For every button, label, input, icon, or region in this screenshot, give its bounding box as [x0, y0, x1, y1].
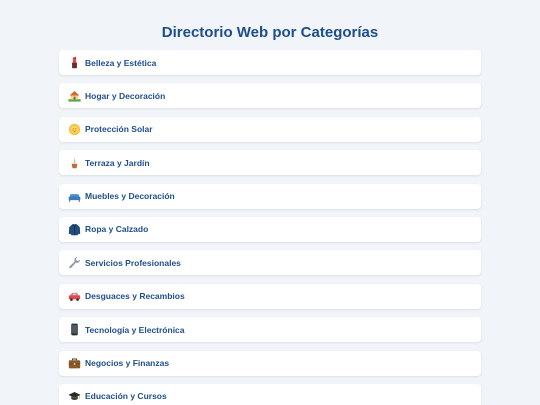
wrench-icon [67, 256, 81, 270]
lipstick-icon [67, 56, 81, 70]
category-list: Belleza y Estética Hogar y Decoración Pr… [59, 50, 481, 405]
category-item-belleza[interactable]: Belleza y Estética [59, 50, 481, 75]
category-item-terraza[interactable]: Terraza y Jardín [59, 150, 481, 176]
category-label: Terraza y Jardín [85, 157, 150, 168]
category-label: Tecnología y Electrónica [85, 324, 185, 335]
category-label: Muebles y Decoración [85, 191, 175, 202]
category-item-educacion[interactable]: Educación y Cursos [59, 383, 481, 405]
category-label: Educación y Cursos [85, 391, 167, 402]
sun-face-icon [67, 122, 81, 136]
category-label: Servicios Profesionales [85, 257, 181, 268]
car-icon [67, 289, 81, 303]
category-label: Belleza y Estética [85, 57, 157, 68]
category-item-negocios[interactable]: Negocios y Finanzas [59, 350, 481, 376]
category-label: Ropa y Calzado [85, 224, 149, 235]
couch-icon [67, 189, 81, 203]
house-garden-icon [67, 89, 81, 103]
mobile-phone-icon [67, 323, 81, 337]
coat-icon [67, 222, 81, 236]
category-item-proteccion-solar[interactable]: Protección Solar [59, 116, 481, 142]
category-item-tecnologia[interactable]: Tecnología y Electrónica [59, 317, 481, 343]
category-item-ropa[interactable]: Ropa y Calzado [59, 216, 481, 242]
briefcase-icon [67, 356, 81, 370]
category-item-desguaces[interactable]: Desguaces y Recambios [59, 283, 481, 309]
potted-plant-icon [67, 156, 81, 170]
page: Directorio Web por Categorías Belleza y … [0, 0, 540, 405]
category-label: Negocios y Finanzas [85, 358, 170, 369]
category-item-servicios[interactable]: Servicios Profesionales [59, 250, 481, 276]
category-label: Desguaces y Recambios [85, 291, 185, 302]
category-label: Protección Solar [85, 124, 153, 135]
category-item-hogar[interactable]: Hogar y Decoración [59, 83, 481, 109]
category-item-muebles[interactable]: Muebles y Decoración [59, 183, 481, 209]
graduation-cap-icon [67, 389, 81, 403]
page-title: Directorio Web por Categorías [161, 24, 379, 41]
category-label: Hogar y Decoración [85, 90, 166, 101]
